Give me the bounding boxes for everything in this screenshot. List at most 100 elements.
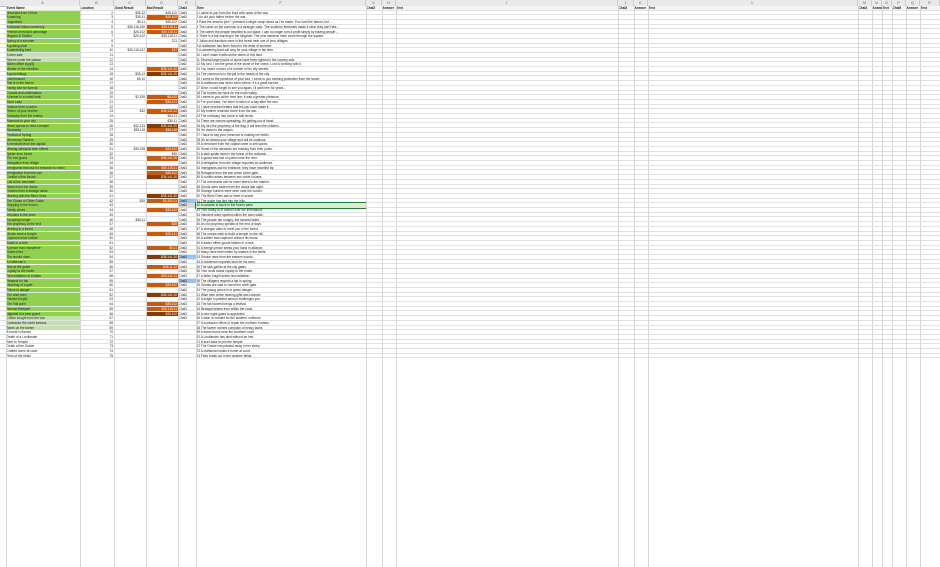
event-name-cell[interactable]: Second Betrayal [6,306,80,311]
challenge-cell[interactable]: Chal3 [178,293,196,297]
good-result-cell[interactable]: $5,11 [114,20,146,24]
text-cell[interactable]: 22 My brother returned home from the war… [196,109,366,113]
good-result-cell[interactable] [114,316,146,320]
text-cell[interactable]: 58 The villagers request a fair in sprin… [196,279,366,283]
text-cell[interactable]: 64 Betrayal strikes from within the cour… [196,307,366,311]
good-result-cell[interactable] [114,175,146,179]
challenge-cell[interactable]: Chal3 [178,100,196,104]
event-name-cell[interactable]: Hogsmhed [6,20,80,25]
column-header[interactable]: Chal5 [892,6,906,11]
challenge-cell[interactable]: Chal3 [178,241,196,245]
bad-result-cell[interactable]: $35,11,12 [146,264,178,269]
good-result-cell[interactable] [114,100,146,104]
column-header[interactable]: Bad Result [146,6,178,11]
event-name-cell[interactable]: Sick at the gates [6,264,80,269]
good-result-cell[interactable] [114,349,146,353]
location-cell[interactable]: 43 [80,203,114,207]
text-cell[interactable]: 57 A fallen knight seeks reconciliation. [196,274,366,278]
bad-result-cell[interactable] [146,297,178,301]
event-name-cell[interactable]: Delegation from village [6,161,80,166]
event-name-cell[interactable]: Festival of Spring [6,132,80,138]
bad-result-cell[interactable]: $35,102 [146,208,178,213]
text-cell[interactable]: 54 A nobleman requests land for his sons… [196,260,366,264]
good-result-cell[interactable]: $35 [114,199,146,203]
good-result-cell[interactable] [114,269,146,273]
bad-result-cell[interactable] [146,344,178,348]
good-result-cell[interactable] [114,208,146,212]
challenge-cell[interactable]: Chal3 [178,30,196,34]
location-cell[interactable]: 17 [80,81,114,85]
bad-result-cell[interactable] [146,86,178,90]
bad-result-cell[interactable] [146,349,178,353]
text-cell[interactable]: 18 The bombs we have for the north valle… [196,91,366,95]
good-result-cell[interactable] [114,86,146,90]
event-name-cell[interactable]: Merchant from Chiros [6,10,80,15]
location-cell[interactable]: 71 [80,335,114,339]
column-header[interactable]: Chal3 [618,6,634,11]
bad-result-cell[interactable]: $35,118,11 [146,24,178,29]
text-cell[interactable]: 43 Your family is in turmoil over the in… [196,208,366,212]
challenge-cell[interactable] [178,326,196,330]
good-result-cell[interactable] [114,133,146,137]
challenge-cell[interactable]: Chal3 [178,312,196,316]
bad-result-cell[interactable] [146,236,178,240]
location-cell[interactable]: 44 [80,208,114,212]
bad-result-cell[interactable] [146,260,178,264]
event-name-cell[interactable]: Murder of the rebellion [6,67,80,72]
text-cell[interactable]: 59 Ghosts are said to haunt the north ga… [196,283,366,287]
bad-result-cell[interactable] [146,335,178,339]
event-name-cell[interactable]: Meeting in a forest [6,226,80,232]
location-cell[interactable]: 49 [80,232,114,236]
text-cell[interactable]: 20 For your sake, I've seen a vision of … [196,100,366,104]
challenge-cell[interactable]: Chal3 [178,297,196,301]
location-cell[interactable]: 56 [80,265,114,269]
column-header[interactable]: Event Name [6,6,80,11]
bad-result-cell[interactable] [146,77,178,81]
good-result-cell[interactable]: $26,102 [114,34,146,38]
good-result-cell[interactable] [114,58,146,62]
location-cell[interactable]: 53 [80,250,114,254]
text-cell[interactable]: 7 Julian and fractions were in the fores… [196,39,366,43]
good-result-cell[interactable] [114,236,146,240]
good-result-cell[interactable] [114,232,146,236]
bad-result-cell[interactable]: $35,141 [146,231,178,236]
good-result-cell[interactable] [114,166,146,170]
challenge-cell[interactable] [178,344,196,348]
good-result-cell[interactable] [114,203,146,207]
event-name-cell[interactable]: A farm sale [6,53,80,58]
text-cell[interactable]: 50 A trader offers goods hidden in a hol… [196,241,366,245]
location-cell[interactable]: 74 [80,349,114,353]
challenge-cell[interactable]: Chal3 [178,44,196,48]
challenge-cell[interactable]: Chal4 [178,48,196,52]
location-cell[interactable]: 10 [80,48,114,52]
location-cell[interactable]: 65 [80,307,114,311]
good-result-cell[interactable] [114,326,146,330]
challenge-cell[interactable]: Chal3 [178,189,196,193]
good-result-cell[interactable]: $35,11 [114,218,146,222]
text-cell[interactable]: 74 Fires break out in the western fields… [196,354,366,358]
column-header[interactable]: Text [396,6,618,11]
good-result-cell[interactable] [114,255,146,259]
good-result-cell[interactable] [114,246,146,250]
bad-result-cell[interactable] [146,105,178,109]
challenge-cell[interactable] [178,349,196,353]
challenge-cell[interactable]: Chal3 [178,124,196,128]
column-header[interactable]: Answer [906,6,920,11]
bad-result-cell[interactable]: $35,141,20 [146,67,178,72]
event-name-cell[interactable]: Spring of a summer [6,38,80,44]
good-result-cell[interactable] [114,330,146,334]
challenge-cell[interactable]: Chal3 [178,232,196,236]
challenge-cell[interactable]: Chal3 [178,142,196,146]
text-cell[interactable]: 38 Goods were stolen from the docks last… [196,185,366,189]
challenge-cell[interactable]: Chal3 [178,180,196,184]
location-cell[interactable]: 70 [80,330,114,334]
event-name-cell[interactable]: Meeting with the Blind Ones [6,194,80,199]
bad-result-cell[interactable] [146,227,178,231]
bad-result-cell[interactable]: $35,121 [146,100,178,105]
text-cell[interactable]: 3 Pass the dead to join? I pressed a sin… [196,20,366,24]
bad-result-cell[interactable] [146,213,178,217]
bad-result-cell[interactable] [146,189,178,193]
challenge-cell[interactable]: Chal3 [178,265,196,269]
location-cell[interactable]: 31 [80,147,114,151]
good-result-cell[interactable]: $5,10 [114,77,146,81]
